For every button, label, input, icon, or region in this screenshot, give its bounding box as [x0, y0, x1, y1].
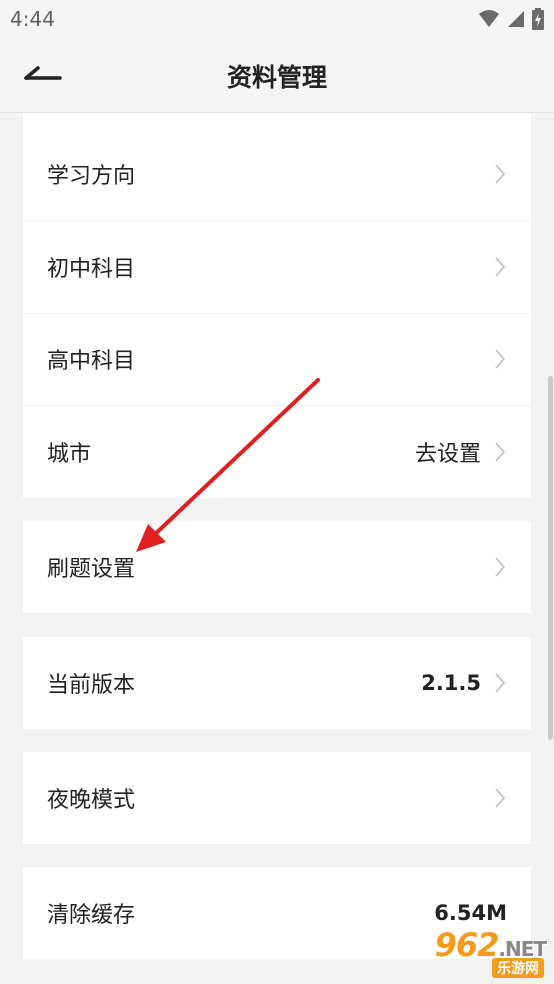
chevron-right-icon: [495, 349, 506, 369]
settings-row-night-mode[interactable]: 夜晚模式: [23, 752, 531, 844]
settings-group-version: 当前版本 2.1.5: [23, 637, 531, 729]
scrollbar[interactable]: [548, 376, 553, 740]
row-label: 当前版本: [47, 673, 136, 698]
chevron-right-icon: [495, 164, 506, 184]
settings-row-senior-subjects[interactable]: 高中科目: [23, 313, 531, 406]
wifi-icon: [478, 9, 500, 29]
chevron-right-icon: [495, 673, 506, 693]
row-label: 城市: [47, 442, 92, 467]
row-value: 去设置: [414, 442, 481, 467]
status-bar: 4:44: [0, 0, 554, 40]
settings-group-night-mode: 夜晚模式: [23, 752, 531, 844]
status-icons: [478, 8, 544, 30]
row-label: 刷题设置: [47, 557, 136, 582]
settings-row-current-version[interactable]: 当前版本 2.1.5: [23, 637, 531, 729]
chevron-right-icon: [495, 557, 506, 577]
row-label: 清除缓存: [47, 903, 136, 928]
row-label: 初中科目: [47, 257, 136, 282]
row-value: 6.54M: [434, 901, 507, 925]
status-time: 4:44: [10, 7, 55, 31]
battery-charging-icon: [532, 8, 544, 30]
settings-row-city[interactable]: 城市 去设置: [23, 406, 531, 498]
settings-row-junior-subjects[interactable]: 初中科目: [23, 221, 531, 314]
settings-row-study-direction[interactable]: 学习方向: [23, 128, 531, 221]
row-label: 高中科目: [47, 349, 136, 374]
watermark-subtitle: 乐游网: [492, 958, 544, 978]
watermark-number: 962: [434, 926, 500, 964]
watermark-logo: 962.NET 乐游网: [412, 926, 548, 978]
chevron-right-icon: [495, 442, 506, 462]
chevron-right-icon: [495, 788, 506, 808]
signal-icon: [506, 9, 526, 29]
row-value: 2.1.5: [421, 671, 481, 695]
chevron-right-icon: [495, 257, 506, 277]
settings-group-practice: 刷题设置: [23, 521, 531, 613]
settings-group-profile: 学习方向 初中科目 高中科目 城市 去设置: [23, 113, 531, 498]
row-label: 学习方向: [47, 164, 136, 189]
settings-row-practice-settings[interactable]: 刷题设置: [23, 521, 531, 613]
row-label: 夜晚模式: [47, 788, 136, 813]
app-bar: 资料管理: [0, 40, 554, 113]
settings-list: 学习方向 初中科目 高中科目 城市 去设置 刷题设置 当前版本 2.1.5 夜晚…: [0, 113, 554, 984]
page-title: 资料管理: [226, 63, 327, 92]
